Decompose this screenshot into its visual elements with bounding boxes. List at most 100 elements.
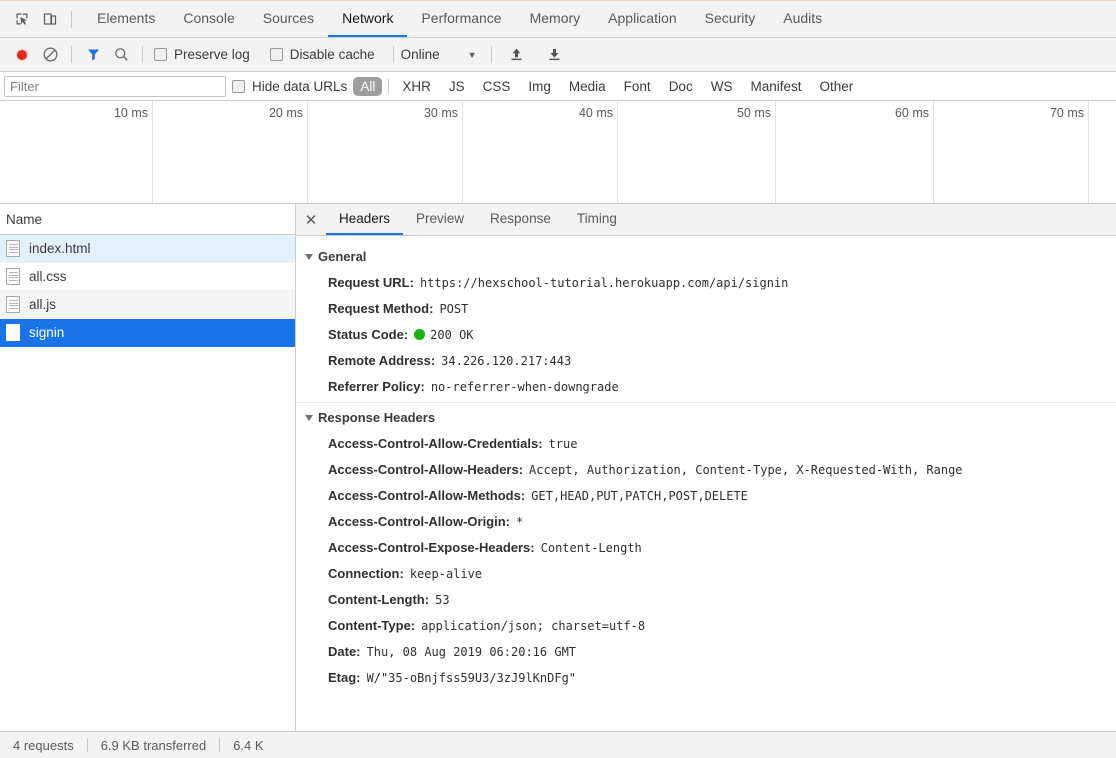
- details-tab-bar: ✕ Headers Preview Response Timing: [296, 204, 1116, 236]
- header-row: Access-Control-Allow-Headers: Accept, Au…: [296, 456, 1116, 482]
- tab-preview[interactable]: Preview: [403, 204, 477, 235]
- filter-input[interactable]: [4, 76, 226, 97]
- type-filter-manifest[interactable]: Manifest: [743, 77, 808, 96]
- table-row[interactable]: index.html: [0, 235, 295, 263]
- general-section-title: General: [318, 249, 366, 264]
- preserve-log-label: Preserve log: [174, 47, 250, 62]
- status-bar: 4 requests 6.9 KB transferred 6.4 K: [0, 731, 1116, 758]
- request-count: 4 requests: [0, 738, 87, 753]
- header-row: Etag: W/"35-oBnjfss59U3/3zJ9lKnDFg": [296, 664, 1116, 690]
- hide-data-urls-box: [232, 80, 245, 93]
- tab-performance[interactable]: Performance: [407, 1, 515, 37]
- header-name: Request Method:: [328, 301, 433, 316]
- inspect-cursor-icon[interactable]: [8, 5, 36, 33]
- request-list: index.html all.css all.js signin: [0, 235, 295, 731]
- header-name: Content-Length:: [328, 592, 429, 607]
- resource-type-filters: All XHR JS CSS Img Media Font Doc WS Man…: [351, 77, 862, 96]
- headers-content: General Request URL: https://hexschool-t…: [296, 236, 1116, 731]
- header-name: Access-Control-Allow-Methods:: [328, 488, 525, 503]
- hide-data-urls-checkbox[interactable]: Hide data URLs: [232, 79, 347, 94]
- table-row[interactable]: all.js: [0, 291, 295, 319]
- request-list-panel: Name index.html all.css all.js signin: [0, 204, 295, 731]
- general-section-header[interactable]: General: [296, 244, 1116, 269]
- header-name: Access-Control-Expose-Headers:: [328, 540, 535, 555]
- disable-cache-checkbox[interactable]: Disable cache: [270, 47, 375, 62]
- header-value: true: [549, 437, 578, 451]
- header-name: Content-Type:: [328, 618, 415, 633]
- clear-icon[interactable]: [36, 41, 64, 69]
- request-name-column-header[interactable]: Name: [0, 204, 295, 235]
- tab-network[interactable]: Network: [328, 1, 407, 37]
- section-divider: [296, 402, 1116, 403]
- header-value: 34.226.120.217:443: [441, 354, 571, 368]
- import-har-icon[interactable]: [503, 41, 531, 69]
- hide-data-urls-label: Hide data URLs: [252, 79, 347, 94]
- header-row: Connection: keep-alive: [296, 560, 1116, 586]
- header-row: Referrer Policy: no-referrer-when-downgr…: [296, 373, 1116, 399]
- response-headers-section-header[interactable]: Response Headers: [296, 405, 1116, 430]
- blank-document-icon: [6, 324, 20, 341]
- table-row[interactable]: signin: [0, 319, 295, 347]
- tab-memory[interactable]: Memory: [516, 1, 595, 37]
- header-name: Status Code:: [328, 327, 408, 342]
- timeline-tick: 30 ms: [308, 101, 463, 203]
- device-toolbar-icon[interactable]: [36, 5, 64, 33]
- record-circle-icon[interactable]: [8, 41, 36, 69]
- tab-headers[interactable]: Headers: [326, 204, 403, 235]
- tab-sources[interactable]: Sources: [249, 1, 328, 37]
- tab-response[interactable]: Response: [477, 204, 564, 235]
- export-har-icon[interactable]: [541, 41, 569, 69]
- type-filter-css[interactable]: CSS: [476, 77, 518, 96]
- document-icon: [6, 296, 20, 313]
- netbar-divider-2: [142, 46, 143, 63]
- search-icon[interactable]: [107, 41, 135, 69]
- disable-cache-box: [270, 48, 283, 61]
- type-filter-img[interactable]: Img: [521, 77, 558, 96]
- network-body: Name index.html all.css all.js signin: [0, 204, 1116, 731]
- timeline-tick-label: 70 ms: [1050, 106, 1084, 120]
- network-toolbar: Preserve log Disable cache Online ▼: [0, 38, 1116, 72]
- timeline-tick-label: 10 ms: [114, 106, 148, 120]
- type-filter-media[interactable]: Media: [562, 77, 613, 96]
- header-value: keep-alive: [410, 567, 482, 581]
- type-filter-js[interactable]: JS: [442, 77, 472, 96]
- tab-timing[interactable]: Timing: [564, 204, 630, 235]
- header-row: Status Code: 200 OK: [296, 321, 1116, 347]
- preserve-log-box: [154, 48, 167, 61]
- devtools-window: Elements Console Sources Network Perform…: [0, 0, 1116, 758]
- header-value: 53: [435, 593, 449, 607]
- transferred-size: 6.9 KB transferred: [88, 738, 220, 753]
- close-icon[interactable]: ✕: [296, 204, 326, 235]
- timeline-tick: 50 ms: [618, 101, 776, 203]
- type-filter-font[interactable]: Font: [617, 77, 658, 96]
- inspector-tools: [0, 1, 83, 37]
- header-row: Access-Control-Expose-Headers: Content-L…: [296, 534, 1116, 560]
- panel-tabs: Elements Console Sources Network Perform…: [83, 1, 836, 37]
- type-filter-all[interactable]: All: [353, 77, 382, 96]
- header-name: Request URL:: [328, 275, 414, 290]
- throttle-value: Online: [401, 47, 440, 62]
- timeline-tick-label: 50 ms: [737, 106, 771, 120]
- tab-console[interactable]: Console: [169, 1, 248, 37]
- timeline-ticks: 10 ms 20 ms 30 ms 40 ms 50 ms 60 ms 70 m…: [0, 101, 1116, 203]
- tab-audits[interactable]: Audits: [769, 1, 836, 37]
- header-value: 200 OK: [430, 328, 473, 342]
- tab-security[interactable]: Security: [691, 1, 770, 37]
- timeline-overview[interactable]: 10 ms 20 ms 30 ms 40 ms 50 ms 60 ms 70 m…: [0, 101, 1116, 204]
- header-name: Remote Address:: [328, 353, 435, 368]
- preserve-log-checkbox[interactable]: Preserve log: [154, 47, 250, 62]
- throttle-select[interactable]: Online ▼: [401, 47, 477, 62]
- status-ok-icon: [414, 329, 425, 340]
- type-filter-ws[interactable]: WS: [704, 77, 740, 96]
- type-filter-xhr[interactable]: XHR: [395, 77, 438, 96]
- type-filter-other[interactable]: Other: [812, 77, 860, 96]
- header-value[interactable]: https://hexschool-tutorial.herokuapp.com…: [420, 276, 788, 290]
- header-row: Content-Length: 53: [296, 586, 1116, 612]
- header-value: no-referrer-when-downgrade: [431, 380, 619, 394]
- tab-application[interactable]: Application: [594, 1, 691, 37]
- tab-elements[interactable]: Elements: [83, 1, 169, 37]
- table-row[interactable]: all.css: [0, 263, 295, 291]
- header-row: Remote Address: 34.226.120.217:443: [296, 347, 1116, 373]
- type-filter-doc[interactable]: Doc: [662, 77, 700, 96]
- funnel-filter-icon[interactable]: [79, 41, 107, 69]
